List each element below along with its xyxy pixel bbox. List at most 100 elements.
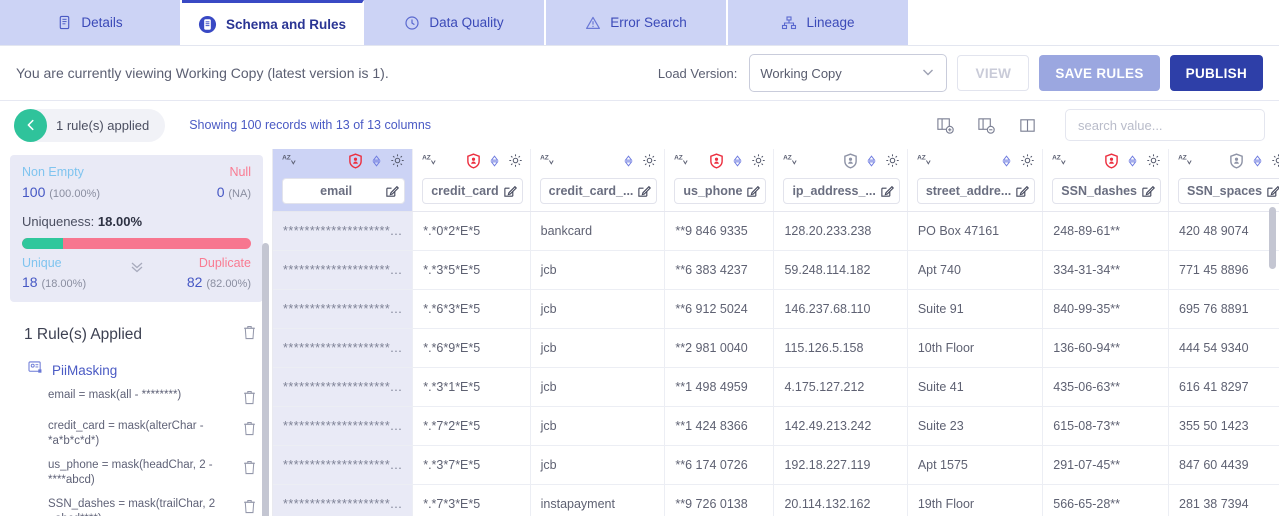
- table-row[interactable]: ********************...*.*7*2*E*5jcb**1 …: [273, 407, 1279, 446]
- column-settings-icon[interactable]: [751, 153, 766, 173]
- remove-column-icon[interactable]: [977, 116, 996, 135]
- sort-az-icon[interactable]: AZ: [1178, 153, 1195, 173]
- duplicate-label: Duplicate: [199, 256, 251, 270]
- table-cell: 4.175.127.212: [774, 368, 907, 407]
- edit-column-icon[interactable]: [637, 184, 651, 198]
- edit-column-icon[interactable]: [1015, 184, 1029, 198]
- column-name-field[interactable]: SSN_spaces: [1178, 178, 1279, 204]
- expand-stats-icon[interactable]: [128, 260, 146, 279]
- publish-button[interactable]: PUBLISH: [1170, 55, 1263, 91]
- column-header-ip-address[interactable]: AZ ip_address_...: [774, 149, 907, 212]
- tab-details[interactable]: Details: [0, 0, 182, 45]
- add-column-icon[interactable]: [936, 116, 955, 135]
- column-name-field[interactable]: street_addre...: [917, 178, 1035, 204]
- sort-toggle-icon[interactable]: [488, 154, 501, 173]
- table-row[interactable]: ********************...*.*0*2*E*5bankcar…: [273, 212, 1279, 251]
- sort-toggle-icon[interactable]: [1000, 154, 1013, 173]
- edit-column-icon[interactable]: [746, 184, 760, 198]
- tab-schema-and-rules[interactable]: Schema and Rules: [182, 0, 364, 45]
- column-settings-icon[interactable]: [1020, 153, 1035, 173]
- table-cell: Suite 91: [907, 290, 1042, 329]
- sort-az-icon[interactable]: AZ: [540, 153, 557, 173]
- collapse-rules-button[interactable]: [14, 109, 47, 142]
- column-settings-icon[interactable]: [508, 153, 523, 173]
- sort-az-icon[interactable]: AZ: [917, 153, 934, 173]
- sort-toggle-icon[interactable]: [370, 154, 383, 173]
- edit-column-icon[interactable]: [385, 184, 399, 198]
- edit-column-icon[interactable]: [1266, 184, 1279, 198]
- pii-shield-icon[interactable]: [1104, 153, 1119, 174]
- column-stats-card: Non Empty Null 100 (100.00%) 0 (NA) Uniq…: [10, 155, 263, 302]
- table-cell: 59.248.114.182: [774, 251, 907, 290]
- table-cell: 248-89-61**: [1043, 212, 1169, 251]
- pii-shield-icon[interactable]: [1229, 153, 1244, 174]
- delete-rule-icon[interactable]: [242, 388, 257, 410]
- sort-az-icon[interactable]: AZ: [783, 153, 800, 173]
- sort-az-icon[interactable]: AZ: [422, 153, 439, 173]
- table-row[interactable]: ********************...*.*7*3*E*5instapa…: [273, 485, 1279, 516]
- delete-rule-icon[interactable]: [242, 497, 257, 516]
- table-cell: *.*0*2*E*5: [413, 212, 530, 251]
- tab-error-search[interactable]: Error Search: [546, 0, 728, 45]
- delete-rule-icon[interactable]: [242, 419, 257, 441]
- search-input[interactable]: [1065, 109, 1265, 141]
- rule-group-piimasking[interactable]: PiiMasking: [28, 361, 271, 379]
- left-panel-scrollbar[interactable]: [262, 243, 269, 516]
- sort-toggle-icon[interactable]: [622, 154, 635, 173]
- table-row[interactable]: ********************...*.*3*5*E*5jcb**6 …: [273, 251, 1279, 290]
- column-name-field[interactable]: credit_card_...: [540, 178, 658, 204]
- edit-column-icon[interactable]: [503, 184, 517, 198]
- edit-column-icon[interactable]: [880, 184, 894, 198]
- column-header-actions: [709, 153, 766, 174]
- sort-toggle-icon[interactable]: [865, 154, 878, 173]
- column-settings-icon[interactable]: [1146, 153, 1161, 173]
- column-header-email[interactable]: AZ email: [273, 149, 413, 212]
- tab-data-quality[interactable]: Data Quality: [364, 0, 546, 45]
- column-settings-icon[interactable]: [1271, 153, 1279, 173]
- column-name-field[interactable]: credit_card: [422, 178, 522, 204]
- column-name-field[interactable]: email: [282, 178, 405, 204]
- column-settings-icon[interactable]: [642, 153, 657, 173]
- column-header-us-phone[interactable]: AZ us_phone: [665, 149, 774, 212]
- pii-masking-icon: [28, 361, 43, 379]
- delete-all-rules-icon[interactable]: [242, 324, 257, 345]
- column-settings-icon[interactable]: [885, 153, 900, 173]
- load-version-select[interactable]: Working Copy: [749, 54, 947, 92]
- edit-column-icon[interactable]: [1141, 184, 1155, 198]
- table-row[interactable]: ********************...*.*6*3*E*5jcb**6 …: [273, 290, 1279, 329]
- column-header-street-addre[interactable]: AZ street_addre...: [907, 149, 1042, 212]
- sort-az-icon[interactable]: AZ: [282, 153, 299, 173]
- table-row[interactable]: ********************...*.*6*9*E*5jcb**2 …: [273, 329, 1279, 368]
- table-row[interactable]: ********************...*.*3*7*E*5jcb**6 …: [273, 446, 1279, 485]
- table-cell: jcb: [530, 368, 665, 407]
- column-name-field[interactable]: SSN_dashes: [1052, 178, 1161, 204]
- sort-az-icon[interactable]: AZ: [1052, 153, 1069, 173]
- column-header-ssn-dashes[interactable]: AZ SSN_dashes: [1043, 149, 1169, 212]
- rule-item: credit_card = mask(alterChar - *a*b*c*d*…: [48, 419, 257, 449]
- column-layout-icon[interactable]: [1018, 116, 1037, 135]
- table-cell: **6 174 0726: [665, 446, 774, 485]
- pii-shield-icon[interactable]: [466, 153, 481, 174]
- column-name-field[interactable]: ip_address_...: [783, 178, 899, 204]
- delete-rule-icon[interactable]: [242, 458, 257, 480]
- table-vertical-scrollbar[interactable]: [1269, 207, 1276, 269]
- pii-shield-icon[interactable]: [843, 153, 858, 174]
- column-header-credit-card[interactable]: AZ credit_card_...: [530, 149, 665, 212]
- sort-az-icon[interactable]: AZ: [674, 153, 691, 173]
- chevron-down-icon: [920, 64, 936, 83]
- column-name-field[interactable]: us_phone: [674, 178, 766, 204]
- pii-shield-icon[interactable]: [348, 153, 363, 174]
- column-header-credit-card[interactable]: AZ credit_card: [413, 149, 530, 212]
- column-settings-icon[interactable]: [390, 153, 405, 173]
- save-rules-button[interactable]: SAVE RULES: [1039, 55, 1159, 91]
- tab-lineage[interactable]: Lineage: [728, 0, 910, 45]
- sort-toggle-icon[interactable]: [1126, 154, 1139, 173]
- table-cell: **6 383 4237: [665, 251, 774, 290]
- column-header-ssn-spaces[interactable]: AZ SSN_spaces: [1169, 149, 1279, 212]
- sort-toggle-icon[interactable]: [1251, 154, 1264, 173]
- sort-toggle-icon[interactable]: [731, 154, 744, 173]
- table-row[interactable]: ********************...*.*3*1*E*5jcb**1 …: [273, 368, 1279, 407]
- pii-shield-icon[interactable]: [709, 153, 724, 174]
- column-header-icons: AZ: [282, 154, 405, 172]
- view-button[interactable]: VIEW: [957, 55, 1029, 91]
